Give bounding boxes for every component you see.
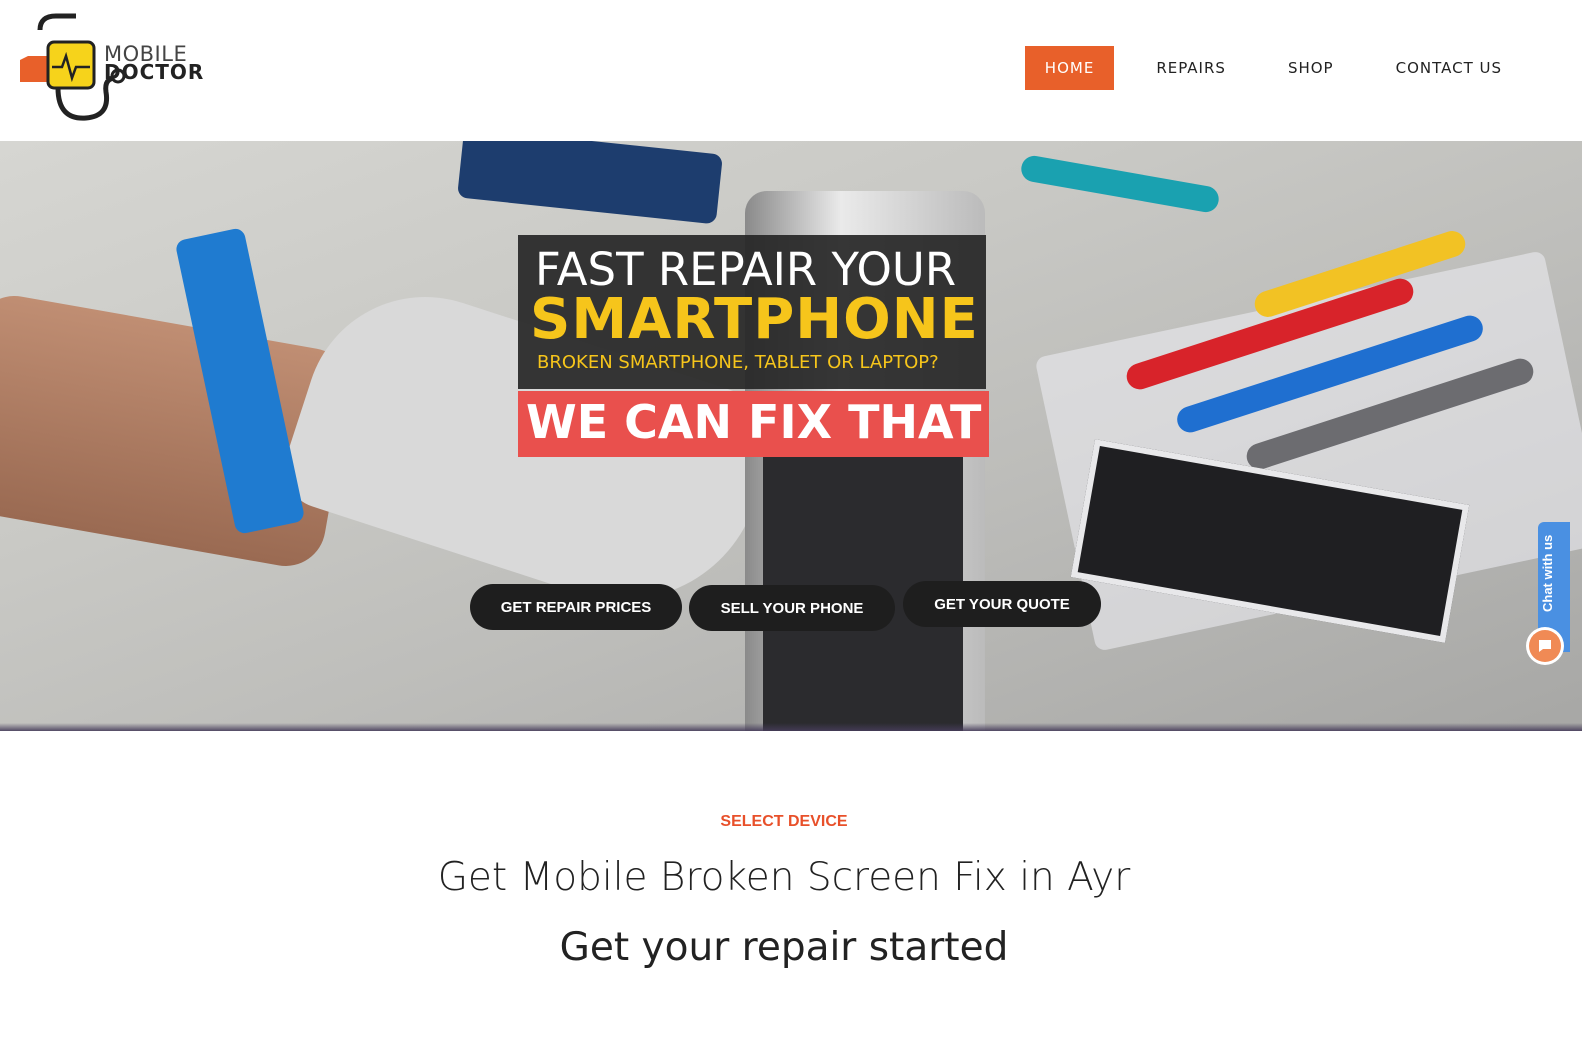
section-eyebrow: SELECT DEVICE <box>720 813 848 830</box>
tool-case <box>457 141 723 225</box>
section-title: Get Mobile Broken Screen Fix in Ayr <box>437 855 1131 900</box>
chat-bubble-icon <box>1539 640 1551 652</box>
get-repair-prices-button[interactable]: GET REPAIR PRICES <box>470 584 682 630</box>
screwdriver-teal <box>1019 153 1221 215</box>
site-header: MOBILE DOCTOR HOME REPAIRS SHOP CONTACT … <box>0 0 1582 141</box>
main-nav: HOME REPAIRS SHOP CONTACT US <box>1003 46 1522 90</box>
chat-bubble-button[interactable] <box>1529 630 1561 662</box>
nav-item-home[interactable]: HOME <box>1024 46 1115 90</box>
get-your-quote-button[interactable]: GET YOUR QUOTE <box>903 581 1101 627</box>
chat-tab-label[interactable]: Chat with us <box>1540 522 1555 612</box>
brand-name-line2: DOCTOR <box>104 60 205 84</box>
nav-item-shop[interactable]: SHOP <box>1268 46 1354 90</box>
sell-your-phone-button[interactable]: SELL YOUR PHONE <box>689 585 895 631</box>
section-subtitle: Get your repair started <box>559 925 1009 970</box>
hero-banner: FAST REPAIR YOUR SMARTPHONE BROKEN SMART… <box>0 141 1582 731</box>
fix-banner-text: WE CAN FIX THAT <box>526 395 982 449</box>
nav-item-repairs[interactable]: REPAIRS <box>1136 46 1246 90</box>
hero-subheadline: BROKEN SMARTPHONE, TABLET OR LAPTOP? <box>537 352 939 373</box>
hero-bottom-shadow <box>0 723 1582 731</box>
hero-headline-line2: SMARTPHONE <box>530 287 979 352</box>
nav-item-contact-us[interactable]: CONTACT US <box>1376 46 1522 90</box>
